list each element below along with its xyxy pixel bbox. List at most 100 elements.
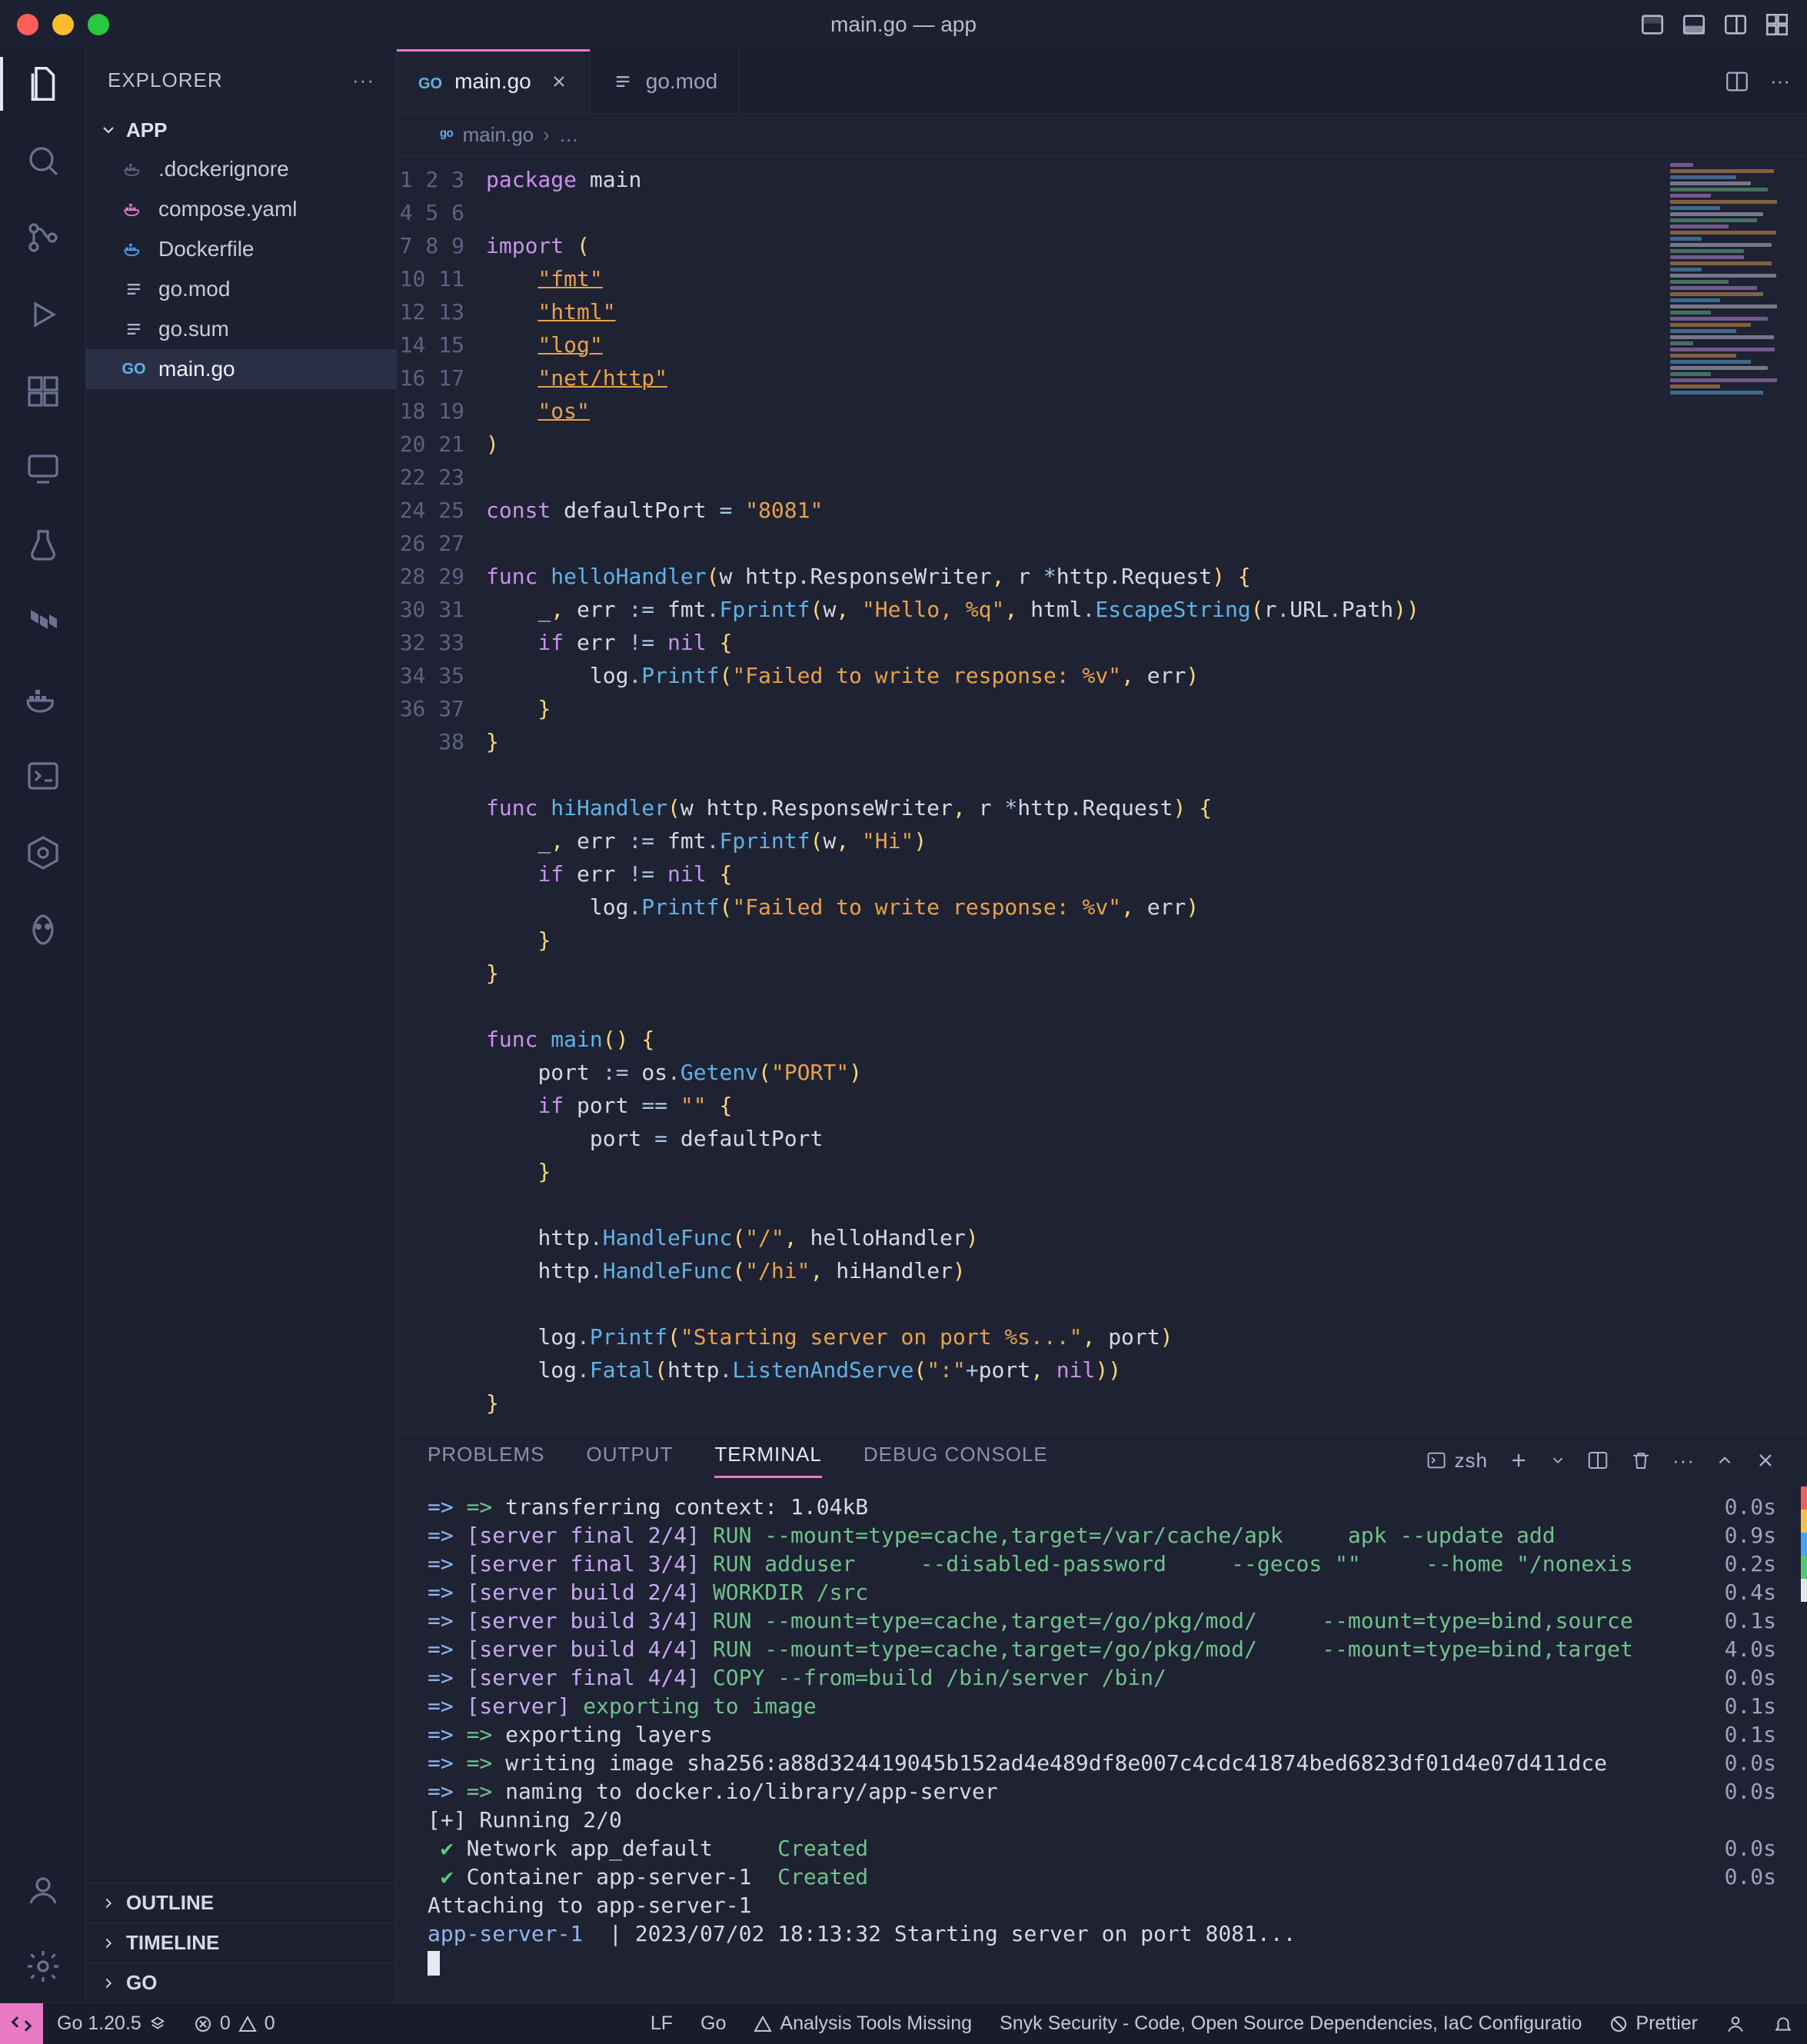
terminal-line: => => writing image sha256:a88d324419045… — [428, 1749, 1776, 1777]
tab-file-icon — [612, 71, 634, 92]
status-language[interactable]: Go — [687, 2012, 740, 2035]
status-bar: Go 1.20.5 0 0 LF Go Analysis Tools Missi… — [0, 2002, 1807, 2044]
terminal-decorations — [1801, 1486, 1807, 1602]
accounts-activity-icon[interactable] — [22, 1869, 64, 1910]
terminal-cursor — [428, 1951, 440, 1976]
kubernetes-activity-icon[interactable] — [22, 832, 64, 874]
terminal-preview-activity-icon[interactable] — [22, 755, 64, 797]
terminal-body[interactable]: => => transferring context: 1.04kB0.0s=>… — [397, 1486, 1807, 2002]
more-editor-actions-icon[interactable]: ··· — [1770, 69, 1790, 93]
title-bar-layout-controls — [1639, 12, 1790, 38]
panel-tabs: PROBLEMSOUTPUTTERMINALDEBUG CONSOLE zsh … — [397, 1434, 1807, 1486]
close-window-button[interactable] — [17, 14, 38, 35]
search-activity-icon[interactable] — [22, 140, 64, 181]
section-go[interactable]: GO — [86, 1962, 396, 2002]
section-timeline[interactable]: TIMELINE — [86, 1922, 396, 1962]
panel-tab-problems[interactable]: PROBLEMS — [428, 1443, 545, 1478]
chevron-right-icon — [98, 1893, 118, 1913]
file-item-compose-yaml[interactable]: compose.yaml — [86, 189, 396, 229]
minimap[interactable] — [1670, 163, 1793, 409]
bottom-panel: PROBLEMSOUTPUTTERMINALDEBUG CONSOLE zsh … — [397, 1433, 1807, 2002]
code-area[interactable]: package main import ( "fmt" "html" "log"… — [486, 157, 1807, 1433]
title-bar: main.go — app — [0, 0, 1807, 49]
terminal-line: => => transferring context: 1.04kB0.0s — [428, 1493, 1776, 1521]
file-icon — [121, 197, 146, 221]
file-icon: GO — [121, 357, 146, 381]
run-debug-activity-icon[interactable] — [22, 294, 64, 335]
docker-activity-icon[interactable] — [22, 678, 64, 720]
file-item-go-sum[interactable]: go.sum — [86, 309, 396, 349]
explorer-sidebar: EXPLORER ··· APP .dockerignorecompose.ya… — [86, 49, 397, 2002]
status-bell-icon[interactable] — [1759, 2014, 1807, 2034]
file-item-main-go[interactable]: GO main.go — [86, 349, 396, 389]
file-item--dockerignore[interactable]: .dockerignore — [86, 149, 396, 189]
minimize-window-button[interactable] — [52, 14, 74, 35]
split-editor-icon[interactable] — [1724, 68, 1750, 95]
testing-activity-icon[interactable] — [22, 524, 64, 566]
settings-activity-icon[interactable] — [22, 1946, 64, 1987]
explorer-title: EXPLORER — [108, 68, 223, 92]
terminal-line: ✔ Network app_default Created0.0s — [428, 1834, 1776, 1863]
editor-body[interactable]: 1 2 3 4 5 6 7 8 9 10 11 12 13 14 15 16 1… — [397, 157, 1807, 1433]
section-outline[interactable]: OUTLINE — [86, 1883, 396, 1922]
status-prettier[interactable]: Prettier — [1596, 2012, 1712, 2035]
toggle-bottom-panel-icon[interactable] — [1681, 12, 1707, 38]
file-label: go.sum — [158, 317, 229, 341]
split-terminal-icon[interactable] — [1586, 1449, 1609, 1472]
breadcrumb-trail: … — [559, 123, 579, 147]
file-icon — [121, 277, 146, 301]
terminal-line: => [server] exporting to image0.1s — [428, 1692, 1776, 1720]
zoom-window-button[interactable] — [88, 14, 109, 35]
toggle-panel-icon[interactable] — [1639, 12, 1666, 38]
terraform-activity-icon[interactable] — [22, 601, 64, 643]
tab-go-mod[interactable]: go.mod — [591, 49, 740, 113]
explorer-activity-icon[interactable] — [22, 63, 64, 105]
panel-tab-terminal[interactable]: TERMINAL — [714, 1443, 821, 1478]
close-tab-icon[interactable] — [550, 72, 568, 91]
gitlens-activity-icon[interactable] — [22, 909, 64, 950]
terminal-line: => => exporting layers0.1s — [428, 1720, 1776, 1749]
file-label: main.go — [158, 357, 235, 381]
remote-explorer-activity-icon[interactable] — [22, 448, 64, 489]
toggle-sidebar-icon[interactable] — [1722, 12, 1749, 38]
file-icon — [121, 237, 146, 261]
terminal-dropdown-icon[interactable] — [1549, 1452, 1566, 1469]
terminal-line: => [server build 4/4] RUN --mount=type=c… — [428, 1635, 1776, 1663]
status-feedback-icon[interactable] — [1712, 2014, 1759, 2034]
breadcrumb[interactable]: ᵍᵒ main.go › … — [397, 114, 1807, 157]
panel-more-icon[interactable]: ··· — [1672, 1449, 1695, 1473]
editor-group: GOmain.gogo.mod ··· ᵍᵒ main.go › … 1 2 3… — [397, 49, 1807, 2002]
file-icon — [121, 317, 146, 341]
status-analysis[interactable]: Analysis Tools Missing — [740, 2012, 986, 2035]
tab-main-go[interactable]: GOmain.go — [397, 49, 591, 113]
new-terminal-icon[interactable] — [1508, 1450, 1529, 1471]
chevron-right-icon — [98, 1933, 118, 1953]
remote-indicator[interactable] — [0, 2003, 43, 2044]
kill-terminal-icon[interactable] — [1629, 1449, 1652, 1472]
file-icon — [121, 157, 146, 181]
status-eol[interactable]: LF — [637, 2012, 687, 2035]
file-label: go.mod — [158, 277, 230, 301]
file-item-go-mod[interactable]: go.mod — [86, 269, 396, 309]
explorer-actions-icon[interactable]: ··· — [352, 68, 374, 92]
panel-tab-output[interactable]: OUTPUT — [587, 1443, 674, 1478]
terminal-shell-selector[interactable]: zsh — [1426, 1449, 1488, 1473]
explorer-header: EXPLORER ··· — [86, 49, 396, 111]
extensions-activity-icon[interactable] — [22, 371, 64, 412]
section-label: TIMELINE — [126, 1931, 219, 1955]
explorer-root[interactable]: APP — [86, 111, 396, 149]
go-file-icon: ᵍᵒ — [440, 125, 454, 145]
status-errors[interactable]: 0 0 — [180, 2012, 289, 2035]
status-snyk[interactable]: Snyk Security - Code, Open Source Depend… — [986, 2012, 1596, 2035]
customize-layout-icon[interactable] — [1764, 12, 1790, 38]
terminal-line: Attaching to app-server-1 — [428, 1891, 1776, 1919]
panel-tab-debug-console[interactable]: DEBUG CONSOLE — [864, 1443, 1048, 1478]
window-controls — [17, 14, 109, 35]
terminal-line: => [server final 2/4] RUN --mount=type=c… — [428, 1521, 1776, 1550]
status-go-version[interactable]: Go 1.20.5 — [43, 2012, 180, 2035]
maximize-panel-icon[interactable] — [1715, 1450, 1735, 1470]
source-control-activity-icon[interactable] — [22, 217, 64, 258]
file-item-Dockerfile[interactable]: Dockerfile — [86, 229, 396, 269]
close-panel-icon[interactable] — [1755, 1450, 1776, 1471]
terminal-line: ✔ Container app-server-1 Created0.0s — [428, 1863, 1776, 1891]
